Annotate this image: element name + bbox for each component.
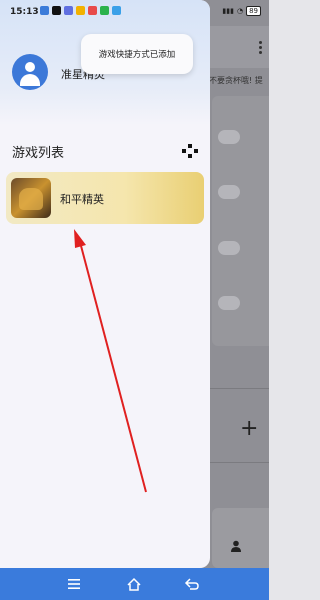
status-app-icons (40, 6, 121, 15)
game-list-item[interactable]: 和平精英 (6, 172, 204, 224)
more-icon[interactable] (259, 41, 262, 54)
battery-indicator: 89 (246, 6, 261, 16)
status-time: 15:13 (10, 7, 39, 17)
app-icon (40, 6, 49, 15)
section-title: 游戏列表 (12, 146, 65, 161)
menu-icon[interactable] (66, 576, 82, 592)
app-icon (100, 6, 109, 15)
background-bottom-card (212, 508, 269, 568)
add-icon[interactable]: + (240, 416, 258, 441)
app-icon (64, 6, 73, 15)
back-icon[interactable] (184, 576, 200, 592)
background-toggle[interactable] (218, 130, 240, 144)
gamepad-icon[interactable] (182, 144, 198, 158)
game-cover-icon (11, 178, 51, 218)
navigation-drawer: 准星精灵 游戏列表 和平精英 (0, 0, 210, 568)
person-icon[interactable] (230, 540, 242, 552)
wifi-icon: ◔ (236, 7, 244, 15)
user-icon[interactable] (12, 54, 48, 90)
system-navigation-bar (0, 568, 269, 600)
status-bar: 15:13 ▮▮▮ ◔ 89 (0, 0, 269, 26)
divider (210, 462, 269, 463)
divider (210, 388, 269, 389)
app-icon (88, 6, 97, 15)
game-name: 和平精英 (60, 193, 104, 206)
background-toggle[interactable] (218, 296, 240, 310)
status-indicators: ▮▮▮ ◔ 89 (222, 6, 261, 16)
background-toggle[interactable] (218, 241, 240, 255)
tiktok-icon (52, 6, 61, 15)
background-hint-text: 不要贪杯哦! 提 (209, 76, 263, 85)
signal-icon: ▮▮▮ (222, 7, 234, 15)
app-icon (76, 6, 85, 15)
app-icon (112, 6, 121, 15)
home-icon[interactable] (126, 576, 142, 592)
toast-message: 游戏快捷方式已添加 (81, 34, 193, 74)
background-toggle[interactable] (218, 185, 240, 199)
